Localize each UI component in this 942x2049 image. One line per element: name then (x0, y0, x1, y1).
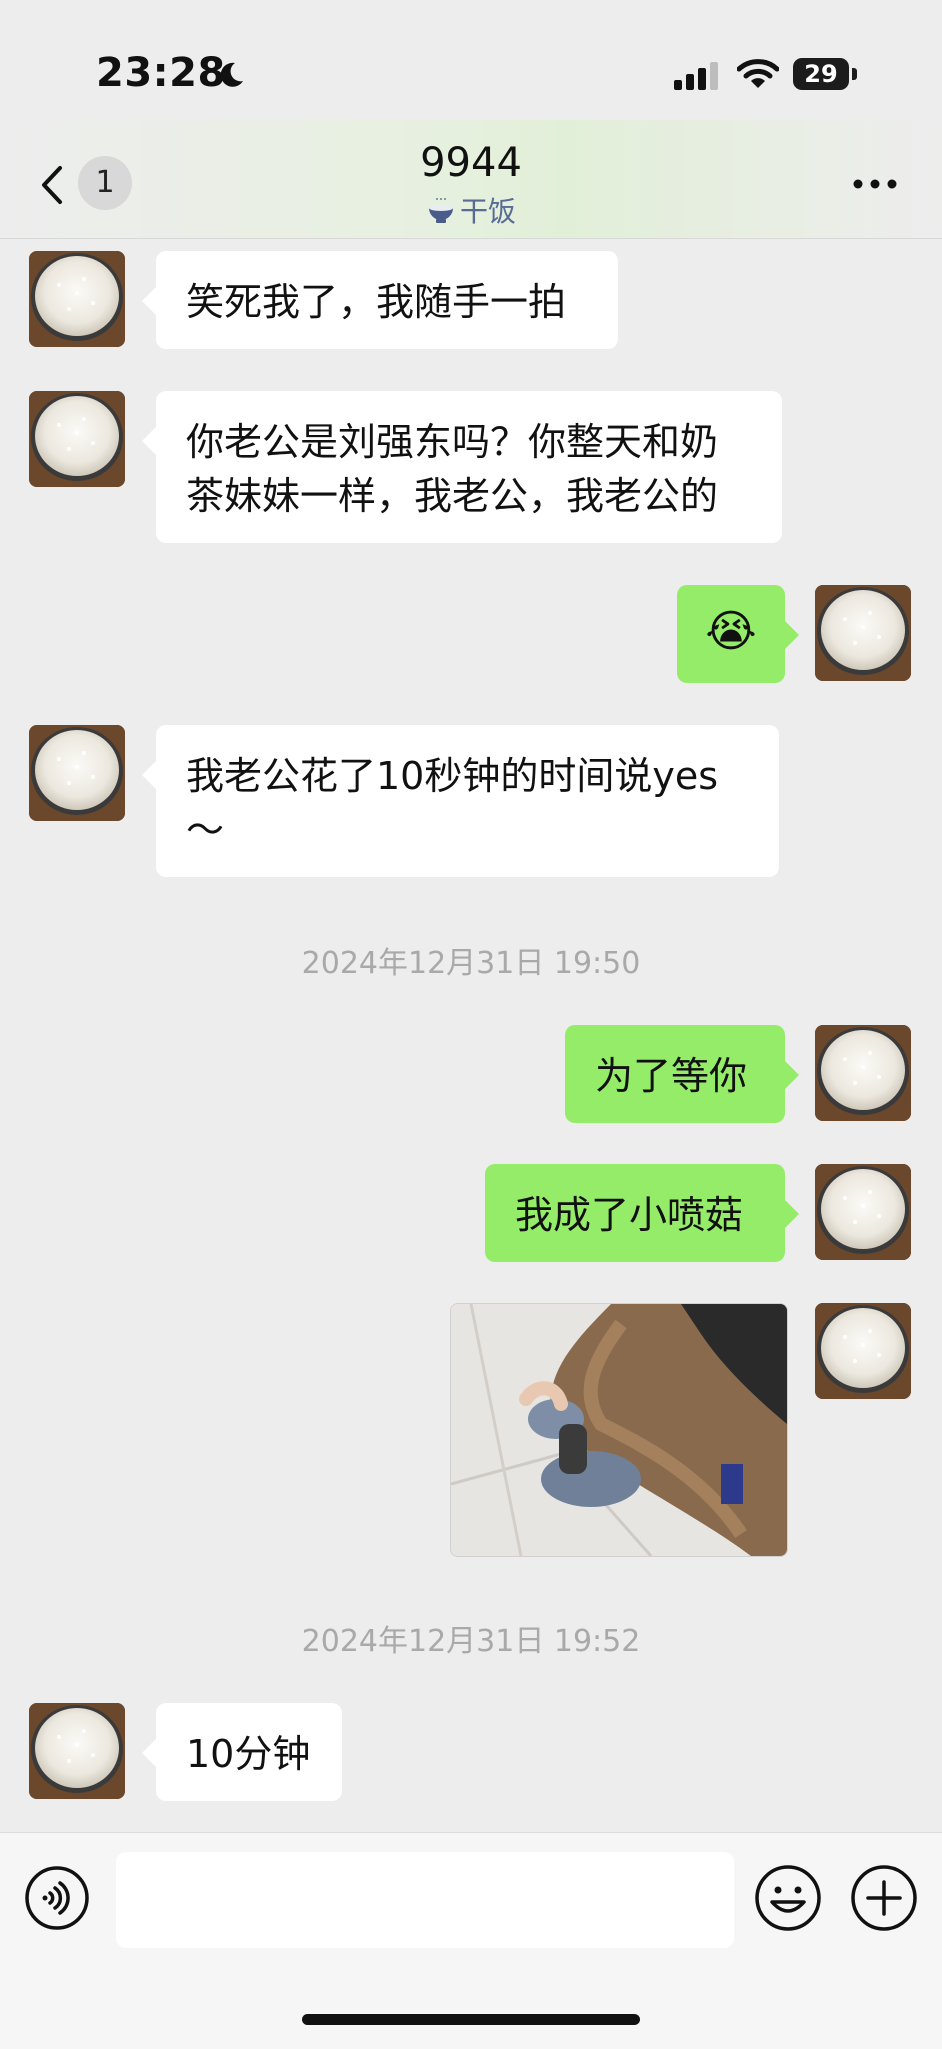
contact-avatar[interactable] (29, 725, 125, 821)
cellular-signal-icon (674, 62, 718, 90)
my-avatar[interactable] (815, 1164, 911, 1260)
chat-status: 干饭 (0, 190, 942, 230)
message-bubble-incoming[interactable]: 10分钟 (142, 1703, 342, 1801)
chat-status-label: 干饭 (459, 195, 516, 228)
emoji-icon[interactable] (754, 1864, 822, 1932)
message-input[interactable] (116, 1852, 734, 1948)
battery-icon: 29 (793, 58, 849, 90)
my-avatar[interactable] (815, 1025, 911, 1121)
message-bubble-outgoing[interactable]: 😭 (677, 585, 799, 683)
rice-bowl-icon (428, 198, 453, 223)
home-indicator[interactable] (302, 2014, 640, 2025)
contact-avatar[interactable] (29, 1703, 125, 1799)
moon-icon (220, 62, 243, 87)
contact-avatar[interactable] (29, 391, 125, 487)
message-bubble-incoming[interactable]: 笑死我了，我随手一拍 (142, 251, 618, 349)
message-bubble-incoming[interactable]: 我老公花了10秒钟的时间说yes ～ (142, 725, 779, 877)
message-bubble-outgoing[interactable]: 我成了小喷菇 (485, 1164, 799, 1262)
plus-icon[interactable] (850, 1864, 918, 1932)
photo-thumbnail (451, 1304, 787, 1556)
status-time: 23:28 (96, 50, 226, 96)
my-avatar[interactable] (815, 585, 911, 681)
message-bubble-outgoing[interactable]: 为了等你 (565, 1025, 799, 1123)
message-bubble-incoming[interactable]: 你老公是刘强东吗？你整天和奶 茶妹妹一样，我老公，我老公的 (142, 391, 782, 543)
image-message[interactable] (450, 1303, 788, 1557)
timestamp: 2024年12月31日 19:52 (301, 1624, 641, 1659)
battery-level: 29 (804, 60, 838, 88)
wifi-icon (737, 59, 779, 88)
timestamp: 2024年12月31日 19:50 (301, 946, 641, 981)
voice-input-icon[interactable] (24, 1865, 90, 1931)
more-options-icon[interactable] (852, 178, 898, 190)
my-avatar[interactable] (815, 1303, 911, 1399)
contact-avatar[interactable] (29, 251, 125, 347)
battery-cap (852, 68, 857, 80)
chat-title: 9944 (420, 140, 522, 186)
